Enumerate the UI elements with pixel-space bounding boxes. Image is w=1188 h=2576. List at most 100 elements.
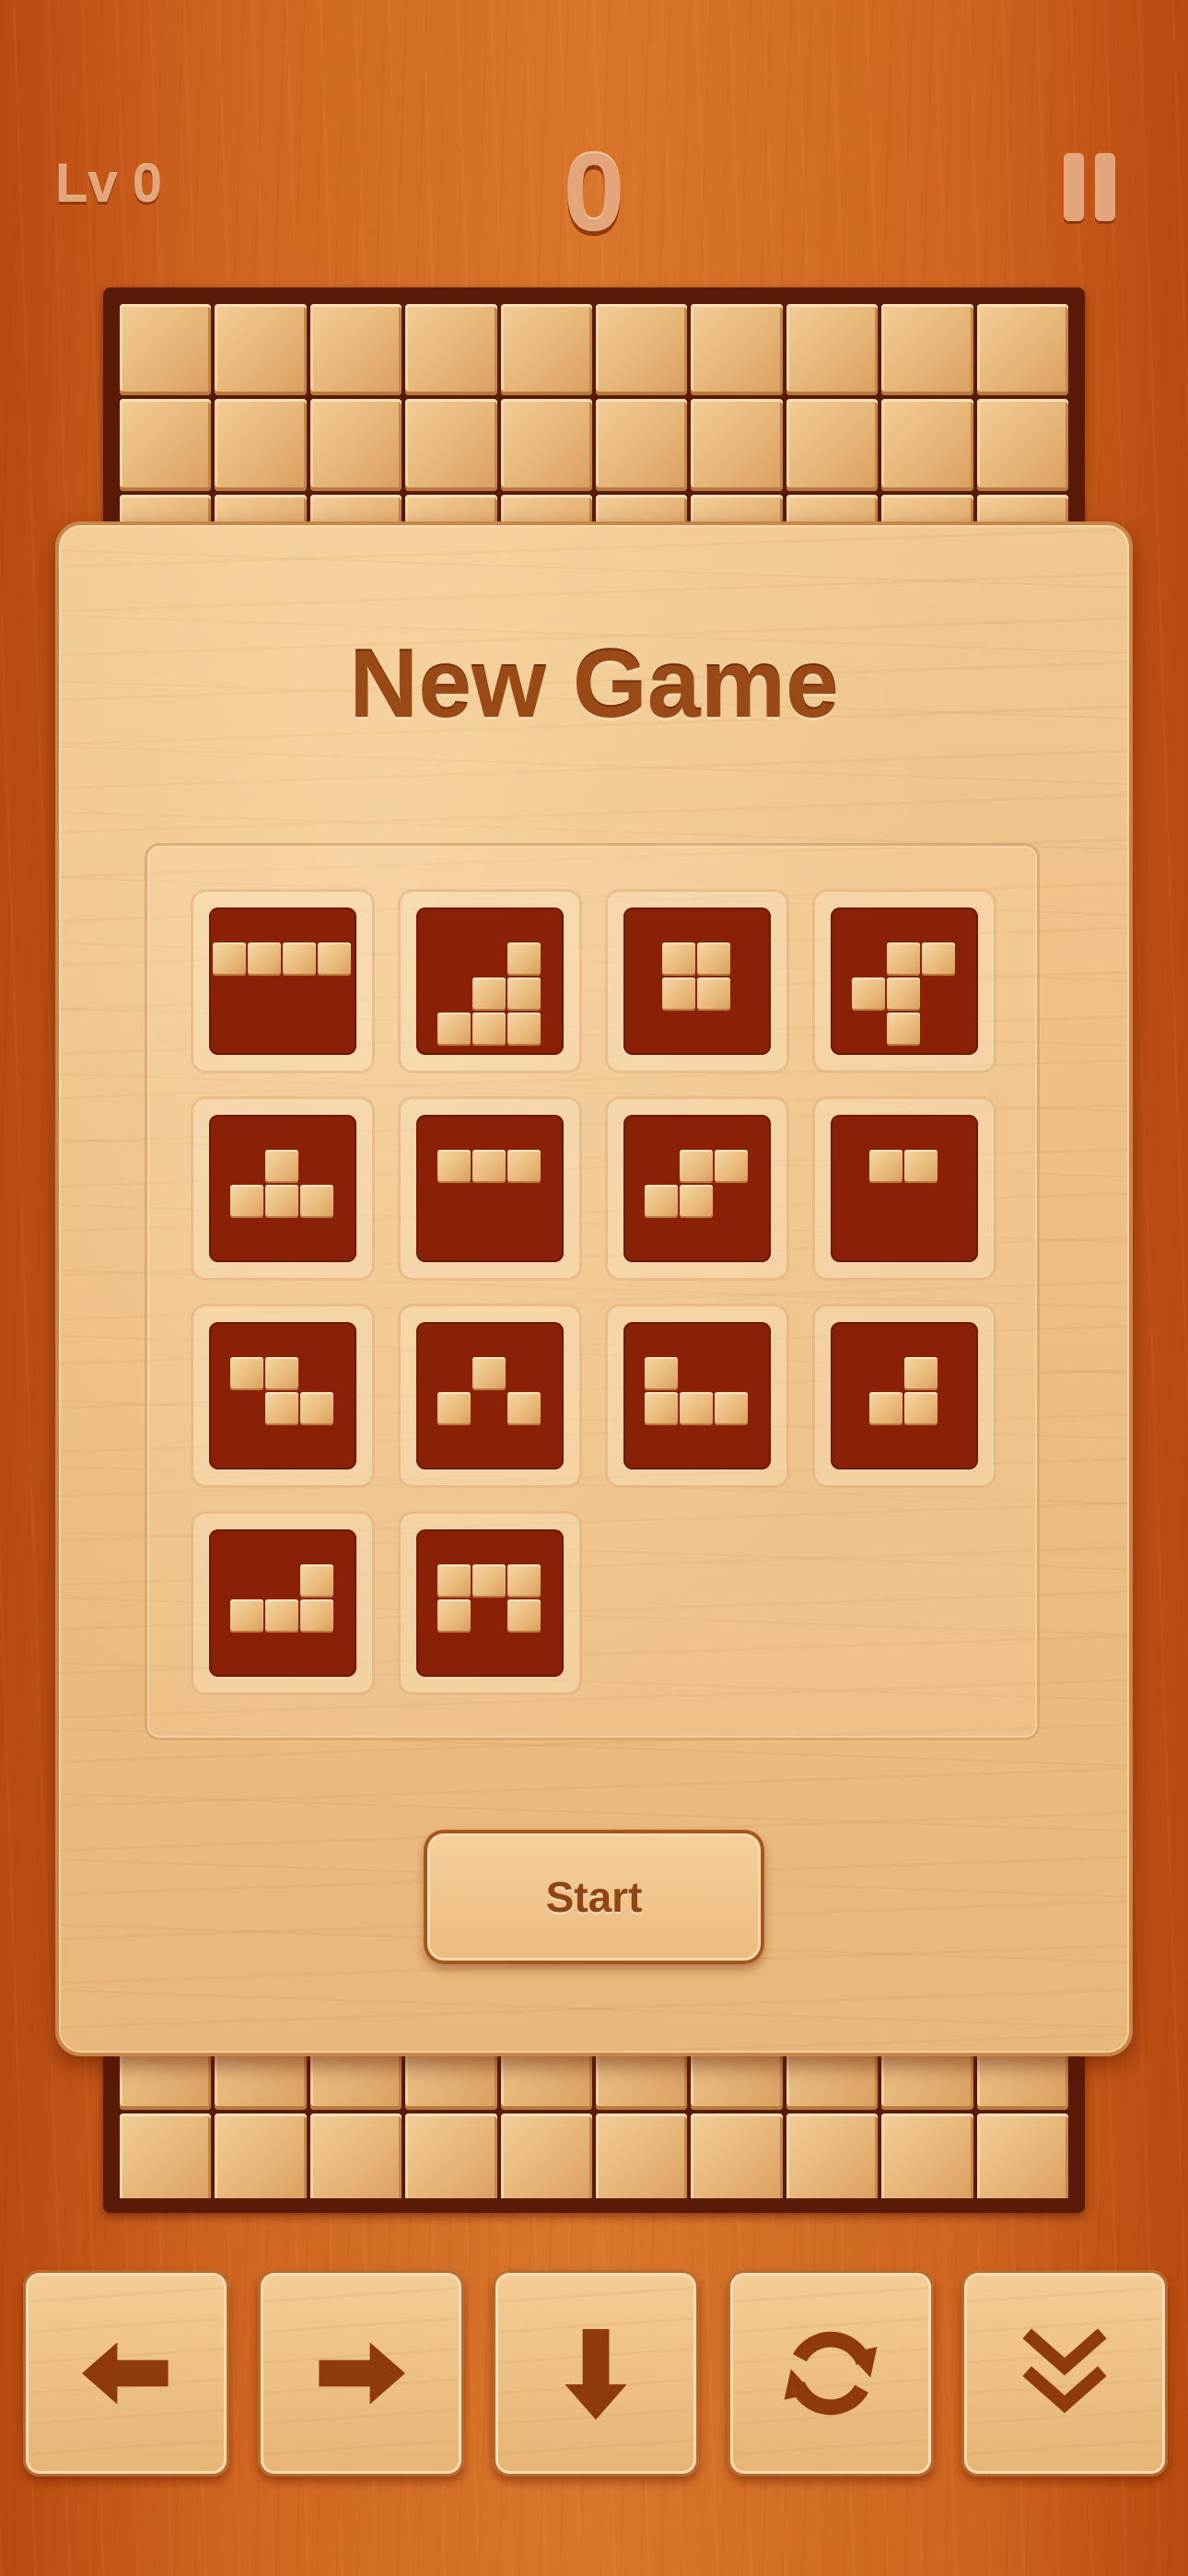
piece-block (887, 978, 920, 1011)
piece-option-j-small[interactable] (812, 1304, 996, 1488)
arrow-right-icon (319, 2342, 405, 2405)
piece-preview (416, 1529, 564, 1677)
piece-block (230, 1357, 263, 1390)
piece-block (904, 1357, 938, 1390)
piece-block (645, 1185, 678, 1218)
double-chevron-down-icon (1022, 2328, 1107, 2414)
piece-option-s+[interactable] (812, 889, 996, 1073)
piece-block (507, 978, 541, 1011)
piece-preview (831, 1115, 978, 1262)
board-cell (976, 2113, 1068, 2198)
piece-block (300, 1392, 333, 1425)
piece-preview (623, 907, 771, 1055)
piece-block (248, 943, 281, 976)
piece-option-i4[interactable] (191, 889, 375, 1073)
piece-block (507, 1599, 541, 1633)
piece-preview (416, 1322, 564, 1469)
board-cell (405, 304, 497, 396)
piece-option-i3[interactable] (398, 1096, 582, 1281)
piece-option-v[interactable] (398, 1304, 582, 1488)
piece-block (715, 1392, 748, 1425)
piece-block (904, 1392, 938, 1425)
piece-preview (416, 907, 564, 1055)
move-right-button[interactable] (258, 2270, 464, 2476)
piece-block (300, 1564, 333, 1598)
board-cell (976, 399, 1068, 491)
rotate-button[interactable] (728, 2270, 934, 2476)
piece-block (265, 1392, 298, 1425)
board-cell (881, 304, 973, 396)
board-cell (215, 2113, 307, 2198)
piece-block (662, 943, 695, 976)
piece-option-z[interactable] (191, 1304, 375, 1488)
piece-block (472, 1357, 506, 1390)
piece-block (852, 978, 885, 1011)
piece-block (869, 1392, 903, 1425)
board-cell (691, 304, 783, 396)
piece-block (230, 1185, 263, 1218)
piece-block (645, 1392, 678, 1425)
board-cell (596, 399, 688, 491)
piece-block (265, 1150, 298, 1183)
piece-block (662, 978, 695, 1011)
move-down-button[interactable] (493, 2270, 699, 2476)
board-cell (500, 304, 592, 396)
piece-block (437, 1599, 471, 1633)
board-cell (596, 2113, 688, 2198)
piece-option-o[interactable] (605, 889, 789, 1073)
piece-block (507, 1392, 541, 1425)
drop-button[interactable] (961, 2270, 1168, 2476)
new-game-dialog: New Game Start (55, 521, 1133, 2056)
board-cell (309, 399, 402, 491)
piece-preview (209, 907, 356, 1055)
piece-block (887, 943, 920, 976)
piece-block (887, 1013, 920, 1046)
board-cell (405, 399, 497, 491)
piece-block (680, 1185, 713, 1218)
piece-block (437, 1150, 471, 1183)
piece-block (265, 1185, 298, 1218)
board-cell (309, 2113, 402, 2198)
piece-block (507, 1150, 541, 1183)
piece-block (472, 1150, 506, 1183)
piece-block (300, 1185, 333, 1218)
piece-block (697, 943, 730, 976)
piece-block (437, 1013, 471, 1046)
board-cell (976, 304, 1068, 396)
piece-selection-panel (145, 843, 1040, 1740)
arrow-down-icon (565, 2329, 627, 2420)
move-left-button[interactable] (23, 2270, 229, 2476)
piece-option-i2[interactable] (812, 1096, 996, 1281)
piece-block (318, 943, 351, 976)
piece-preview (416, 1115, 564, 1262)
piece-preview (831, 907, 978, 1055)
board-cell (120, 399, 212, 491)
piece-option-l[interactable] (398, 889, 582, 1073)
piece-option-t[interactable] (191, 1096, 375, 1281)
board-cell (215, 304, 307, 396)
piece-block (645, 1357, 678, 1390)
piece-preview (623, 1322, 771, 1469)
piece-option-s[interactable] (605, 1096, 789, 1281)
piece-block (922, 943, 955, 976)
piece-block (715, 1150, 748, 1183)
piece-block (437, 1564, 471, 1598)
piece-block (230, 1599, 263, 1633)
piece-block (904, 1150, 938, 1183)
board-cell (405, 2113, 497, 2198)
piece-option-j[interactable] (605, 1304, 789, 1488)
pause-button[interactable] (1064, 153, 1117, 221)
piece-preview (209, 1115, 356, 1262)
start-button[interactable]: Start (424, 1830, 764, 1964)
board-cell (500, 2113, 592, 2198)
piece-option-l-flat[interactable] (191, 1511, 375, 1695)
piece-block (300, 1599, 333, 1633)
board-cell (881, 2113, 973, 2198)
board-cell (500, 399, 592, 491)
piece-block (680, 1150, 713, 1183)
piece-block (507, 943, 541, 976)
piece-option-u[interactable] (398, 1511, 582, 1695)
pause-icon (1064, 153, 1084, 221)
board-cell (786, 2113, 879, 2198)
piece-block (265, 1599, 298, 1633)
